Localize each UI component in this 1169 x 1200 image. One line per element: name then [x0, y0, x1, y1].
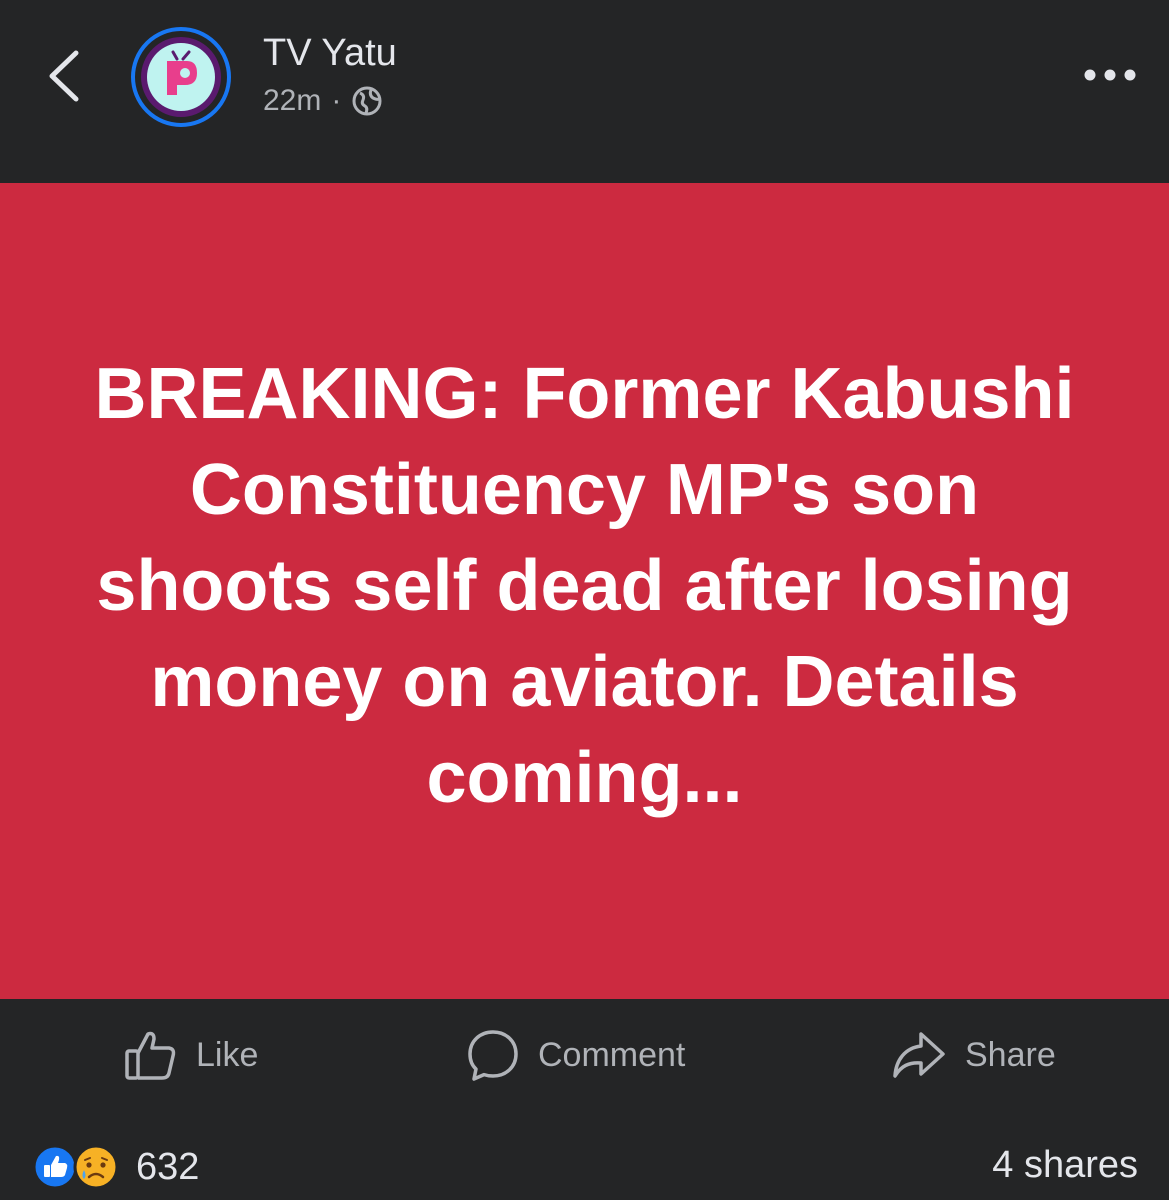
sad-reaction-icon — [73, 1144, 119, 1190]
post-actions-bar: Like Comment Share — [0, 999, 1169, 1110]
like-button[interactable]: Like — [124, 1025, 258, 1085]
comment-label: Comment — [538, 1035, 686, 1074]
tv-yatu-logo-icon — [167, 50, 197, 95]
shares-count[interactable]: 4 shares — [992, 1144, 1138, 1187]
post-header: TV Yatu 22m · — [0, 0, 1169, 183]
post-text-banner[interactable]: BREAKING: Former Kabushi Constituency MP… — [0, 183, 1169, 999]
page-name[interactable]: TV Yatu — [263, 32, 397, 75]
share-label: Share — [965, 1035, 1056, 1074]
more-horizontal-icon — [1084, 69, 1136, 81]
more-options-button[interactable] — [1082, 60, 1138, 90]
share-arrow-icon — [893, 1032, 945, 1078]
back-button[interactable] — [40, 45, 90, 107]
reaction-count: 632 — [136, 1145, 200, 1188]
post-stats: 632 4 shares — [0, 1110, 1169, 1200]
reactions-icons — [32, 1144, 119, 1190]
meta-separator: · — [331, 84, 342, 117]
comment-button[interactable]: Comment — [466, 1025, 685, 1085]
share-button[interactable]: Share — [891, 1025, 1056, 1085]
reaction-summary[interactable]: 632 — [32, 1144, 199, 1190]
post-headline: BREAKING: Former Kabushi Constituency MP… — [94, 354, 1075, 818]
globe-icon — [352, 86, 382, 116]
thumbs-up-icon — [125, 1031, 176, 1080]
like-reaction-icon — [32, 1144, 78, 1190]
page-avatar[interactable] — [131, 27, 231, 127]
post-time[interactable]: 22m — [263, 84, 321, 118]
chevron-left-icon — [49, 50, 79, 102]
comment-bubble-icon — [468, 1030, 518, 1081]
like-label: Like — [196, 1035, 259, 1074]
post-meta: 22m · — [263, 84, 383, 118]
